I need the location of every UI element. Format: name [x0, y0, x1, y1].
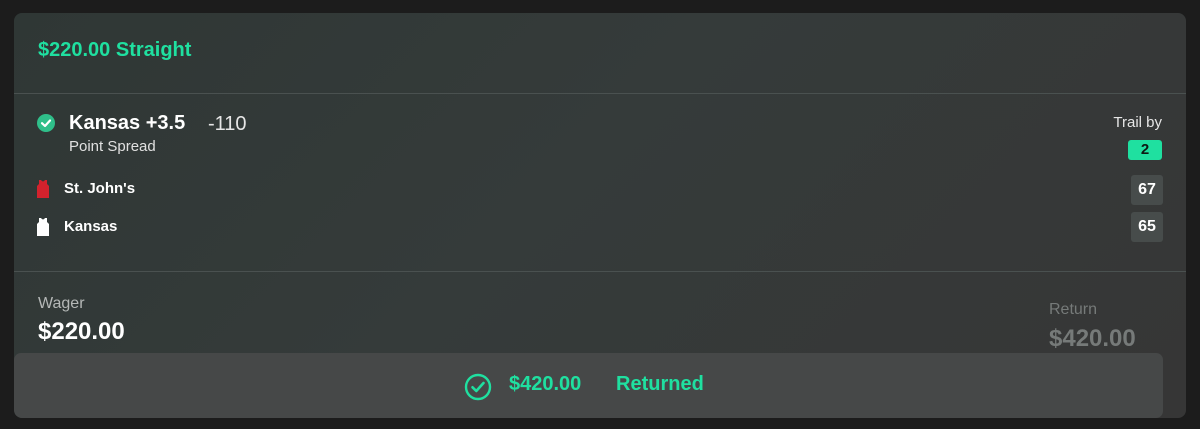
returned-status-bar: $420.00 Returned: [14, 353, 1163, 418]
wager-label: Wager: [38, 295, 85, 312]
jersey-icon: [37, 180, 49, 203]
check-icon: [37, 114, 55, 132]
team-name: Kansas: [64, 218, 118, 235]
market-type: Point Spread: [69, 138, 156, 155]
trail-badge: 2: [1128, 140, 1162, 160]
check-circle-icon: [464, 373, 492, 406]
wager-amount: $220.00: [38, 318, 125, 345]
team-score: 67: [1131, 175, 1163, 205]
team-name: St. John's: [64, 180, 136, 197]
bet-title: $220.00 Straight: [38, 39, 192, 61]
jersey-icon: [37, 218, 49, 241]
returned-label: Returned: [616, 373, 704, 395]
pick-odds: -110: [208, 113, 247, 135]
divider: [14, 271, 1186, 272]
return-label: Return: [1049, 301, 1098, 318]
divider: [14, 93, 1186, 94]
pick-name: Kansas +3.5: [69, 112, 186, 134]
team-score: 65: [1131, 212, 1163, 242]
return-amount: $420.00: [1049, 325, 1136, 352]
returned-amount: $420.00: [509, 373, 582, 395]
trail-label: Trail by: [1113, 114, 1162, 131]
bet-card[interactable]: $220.00 Straight Kansas +3.5 -110 Point …: [14, 13, 1186, 418]
